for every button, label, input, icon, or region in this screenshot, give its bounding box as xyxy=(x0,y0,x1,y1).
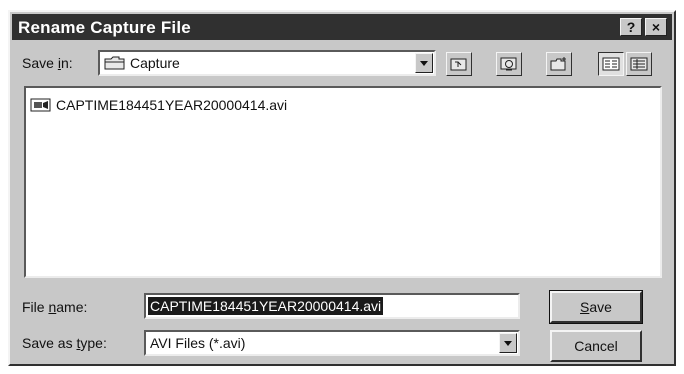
save-in-value: Capture xyxy=(130,55,180,71)
details-view-button[interactable] xyxy=(626,52,652,76)
file-name-text: CAPTIME184451YEAR20000414.avi xyxy=(56,97,288,113)
dialog-title: Rename Capture File xyxy=(18,18,191,37)
new-folder-button[interactable] xyxy=(546,52,572,76)
save-as-type-label-post: ype: xyxy=(80,335,107,351)
desktop-button[interactable] xyxy=(496,52,522,76)
folder-icon xyxy=(104,56,125,70)
file-name-value: CAPTIME184451YEAR20000414.avi xyxy=(148,297,384,315)
list-view-icon xyxy=(602,57,620,71)
rename-capture-dialog: Rename Capture File ? × Save in: Capture xyxy=(8,10,676,366)
help-button[interactable]: ? xyxy=(620,18,642,36)
desktop-icon xyxy=(500,57,517,71)
up-one-level-icon xyxy=(450,58,467,71)
file-list[interactable]: CAPTIME184451YEAR20000414.avi xyxy=(24,86,662,278)
save-button-accel: S xyxy=(580,299,590,315)
save-as-type-dropdown-arrow[interactable] xyxy=(499,333,517,353)
save-in-label-pre: Save xyxy=(22,55,58,71)
save-as-type-label-pre: Save as xyxy=(22,335,77,351)
save-in-label: Save in: xyxy=(22,55,73,71)
file-name-label: File name: xyxy=(22,299,87,315)
save-as-type-label: Save as type: xyxy=(22,335,107,351)
details-view-icon xyxy=(630,57,648,71)
save-in-dropdown-arrow[interactable] xyxy=(415,53,433,73)
file-name-input[interactable]: CAPTIME184451YEAR20000414.avi xyxy=(144,293,520,319)
close-button[interactable]: × xyxy=(645,18,667,36)
save-button[interactable]: Save xyxy=(549,290,643,324)
save-as-type-value: AVI Files (*.avi) xyxy=(150,335,246,351)
cancel-button[interactable]: Cancel xyxy=(550,330,642,362)
file-name-label-post: ame: xyxy=(56,299,88,315)
save-in-dropdown[interactable]: Capture xyxy=(98,50,436,76)
file-name-label-pre: File xyxy=(22,299,49,315)
save-in-label-post: n: xyxy=(60,55,73,71)
save-button-label: ave xyxy=(589,299,612,315)
list-view-button[interactable] xyxy=(598,52,624,76)
video-file-icon xyxy=(30,98,51,112)
save-as-type-dropdown[interactable]: AVI Files (*.avi) xyxy=(144,330,520,356)
title-bar[interactable]: Rename Capture File ? × xyxy=(12,14,672,40)
up-one-level-button[interactable] xyxy=(446,52,472,76)
file-list-item[interactable]: CAPTIME184451YEAR20000414.avi xyxy=(30,96,287,114)
new-folder-icon xyxy=(550,57,566,71)
